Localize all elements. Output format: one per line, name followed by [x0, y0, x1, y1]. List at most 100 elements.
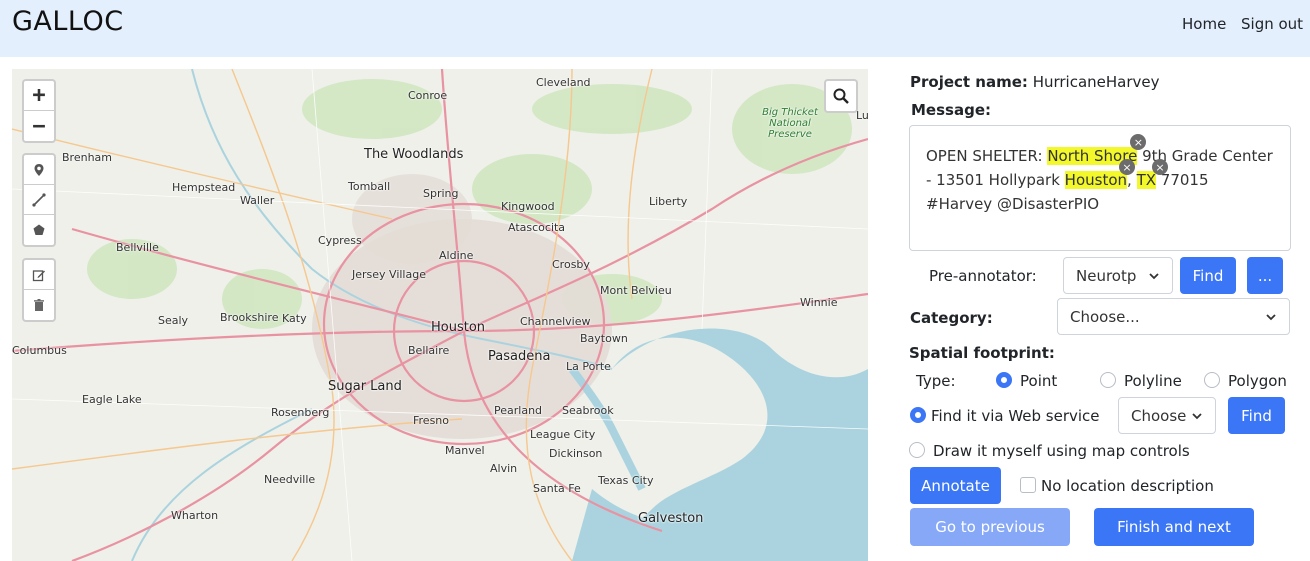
- marker-icon[interactable]: [24, 155, 54, 185]
- remove-annotation-icon[interactable]: ×: [1152, 159, 1169, 175]
- map-label-pearland: Pearland: [494, 404, 543, 417]
- type-point-label[interactable]: Point: [1020, 372, 1057, 390]
- type-point-radio[interactable]: [996, 372, 1012, 388]
- preannotator-find-button[interactable]: Find: [1180, 257, 1236, 294]
- map-label-katy: Katy: [282, 312, 307, 325]
- no-location-checkbox[interactable]: [1020, 477, 1036, 493]
- map-label-conroe: Conroe: [408, 89, 448, 102]
- app-brand[interactable]: GALLOC: [12, 6, 124, 37]
- trash-icon[interactable]: [24, 290, 54, 320]
- category-select-value: Choose...: [1070, 307, 1140, 326]
- map-label-manvel: Manvel: [445, 444, 485, 457]
- type-polyline-label[interactable]: Polyline: [1124, 372, 1182, 390]
- search-icon[interactable]: [826, 81, 856, 111]
- map-label-the-woodlands: The Woodlands: [364, 147, 464, 162]
- type-polygon-label[interactable]: Polygon: [1228, 372, 1287, 390]
- map-label-texas-city: Texas City: [598, 474, 654, 487]
- project-name-value: HurricaneHarvey: [1032, 73, 1160, 91]
- map-label-seabrook: Seabrook: [562, 404, 614, 417]
- map-label-mont-belvieu: Mont Belvieu: [600, 284, 672, 297]
- web-service-radio[interactable]: [910, 407, 926, 423]
- chevron-down-icon: [1149, 272, 1159, 279]
- annotate-button[interactable]: Annotate: [910, 467, 1001, 504]
- chevron-down-icon: [1266, 313, 1276, 320]
- message-text[interactable]: OPEN SHELTER: North Shore × 9th Grade Cen…: [909, 125, 1291, 251]
- remove-annotation-icon[interactable]: ×: [1119, 159, 1136, 175]
- map-label-rosenberg: Rosenberg: [271, 406, 330, 419]
- preannotator-select[interactable]: Neurotp: [1063, 257, 1173, 294]
- draw-myself-label[interactable]: Draw it myself using map controls: [933, 442, 1190, 460]
- map-label-pasadena: Pasadena: [488, 349, 551, 364]
- chevron-down-icon: [1192, 412, 1202, 419]
- map-label-big-thicket: Big Thicket National Preserve: [762, 107, 818, 140]
- map-label-bellaire: Bellaire: [408, 344, 450, 357]
- map-label-wharton: Wharton: [171, 509, 219, 522]
- map-search-control: [824, 79, 858, 113]
- map-label-hempstead: Hempstead: [172, 181, 236, 194]
- web-service-select-value: Choose: [1131, 406, 1187, 425]
- map-tiles: [12, 69, 868, 561]
- annotation-panel: Project name: HurricaneHarvey Message: O…: [908, 69, 1300, 561]
- map-label-dickinson: Dickinson: [549, 447, 603, 460]
- web-service-find-button[interactable]: Find: [1228, 397, 1285, 434]
- map-label-houston: Houston: [431, 320, 486, 335]
- map-label-santa-fe: Santa Fe: [533, 482, 581, 495]
- zoom-in-icon[interactable]: +: [24, 81, 54, 111]
- map-label-league-city: League City: [530, 428, 596, 441]
- highlighted-location[interactable]: Houston ×: [1064, 159, 1136, 189]
- map-label-crosby: Crosby: [552, 258, 590, 271]
- draw-myself-radio[interactable]: [909, 442, 925, 458]
- map-label-tomball: Tomball: [348, 180, 391, 193]
- draw-toolbar: [22, 153, 56, 247]
- map-label-sealy: Sealy: [158, 314, 189, 327]
- nav-home-link[interactable]: Home: [1182, 15, 1226, 33]
- type-polygon-radio[interactable]: [1204, 372, 1220, 388]
- map-label-bellville: Bellville: [116, 241, 159, 254]
- map-label-spring: Spring: [423, 187, 459, 200]
- spatial-footprint-label: Spatial footprint:: [909, 344, 1055, 362]
- map-label-aldine: Aldine: [439, 249, 474, 262]
- map-label-baytown: Baytown: [580, 332, 628, 345]
- map-label-kingwood: Kingwood: [501, 200, 555, 213]
- category-label: Category:: [910, 309, 993, 327]
- map-label-channelview: Channelview: [520, 315, 591, 328]
- message-label: Message:: [911, 101, 991, 119]
- map-view[interactable]: Conroe Cleveland Brenham The Woodlands H…: [12, 69, 868, 561]
- no-location-label[interactable]: No location description: [1041, 477, 1214, 495]
- map-label-needville: Needville: [264, 473, 316, 486]
- map-label-winnie: Winnie: [800, 296, 838, 309]
- zoom-control: + −: [22, 79, 56, 143]
- project-name-label: Project name:: [910, 73, 1028, 91]
- highlighted-location[interactable]: TX ×: [1136, 159, 1169, 189]
- nav-sign-out-link[interactable]: Sign out: [1241, 15, 1303, 33]
- navbar: GALLOC Home Sign out: [0, 0, 1310, 57]
- map-label-sugar-land: Sugar Land: [328, 379, 402, 394]
- go-to-previous-button[interactable]: Go to previous: [910, 508, 1070, 546]
- preannotator-more-button[interactable]: ...: [1247, 257, 1283, 294]
- map-label-brookshire: Brookshire: [220, 311, 279, 324]
- category-select[interactable]: Choose...: [1057, 298, 1290, 335]
- zoom-out-icon[interactable]: −: [24, 111, 54, 141]
- map-label-jersey-village: Jersey Village: [352, 268, 426, 281]
- map-label-edge: Lu: [856, 109, 868, 122]
- preannotator-select-value: Neurotp: [1076, 266, 1137, 285]
- polyline-icon[interactable]: [24, 185, 54, 215]
- edit-toolbar: [22, 258, 56, 322]
- finish-and-next-button[interactable]: Finish and next: [1094, 508, 1254, 546]
- type-polyline-radio[interactable]: [1100, 372, 1116, 388]
- map-label-waller: Waller: [240, 194, 275, 207]
- map-label-cypress: Cypress: [318, 234, 362, 247]
- web-service-label[interactable]: Find it via Web service: [931, 407, 1100, 425]
- web-service-select[interactable]: Choose: [1118, 397, 1216, 434]
- polygon-icon[interactable]: [24, 215, 54, 245]
- map-label-la-porte: La Porte: [566, 360, 611, 373]
- map-label-fresno: Fresno: [413, 414, 450, 427]
- map-label-eagle-lake: Eagle Lake: [82, 393, 142, 406]
- map-label-atascocita: Atascocita: [508, 221, 566, 234]
- edit-icon[interactable]: [24, 260, 54, 290]
- map-label-cleveland: Cleveland: [536, 76, 591, 89]
- highlighted-location-text: Houston: [1064, 171, 1128, 189]
- highlighted-location-text: TX: [1136, 171, 1157, 189]
- type-label: Type:: [916, 372, 956, 390]
- map-label-columbus: Columbus: [12, 344, 67, 357]
